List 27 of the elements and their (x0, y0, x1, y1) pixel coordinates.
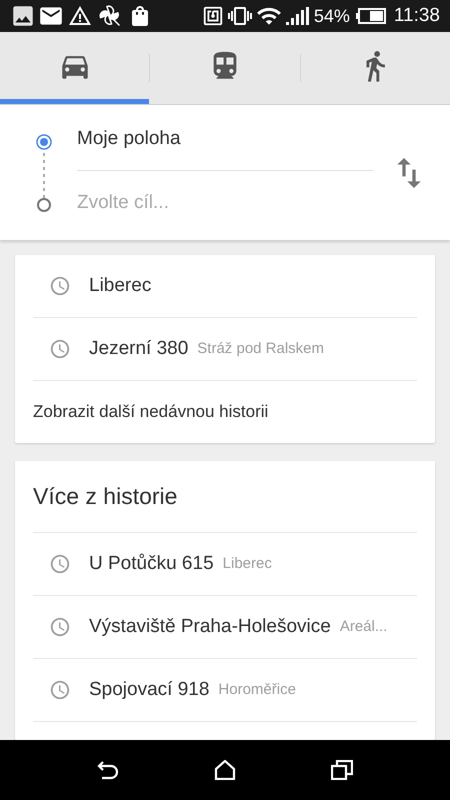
back-icon[interactable] (97, 760, 120, 780)
place-name[interactable]: Jezerní 380 (89, 334, 188, 364)
clock-icon (49, 338, 71, 360)
clock-icon (49, 553, 71, 575)
more-history-link[interactable]: Zobrazit další nedávnou historii (33, 399, 268, 425)
warning-icon (68, 4, 92, 28)
clock-icon (49, 679, 71, 701)
place-name[interactable]: Výstaviště Praha-Holešovice (89, 612, 331, 642)
place-locality: Areál... (340, 616, 388, 637)
clock-time: 11:38 (394, 4, 440, 28)
section-title: Více z historie (33, 482, 178, 512)
pinwheel-icon (98, 4, 122, 28)
nfc-icon (202, 5, 224, 27)
place-locality: Liberec (222, 554, 272, 574)
battery-percent: 54% (314, 4, 350, 28)
home-icon[interactable] (214, 760, 236, 780)
place-name[interactable]: U Potůčku 615 (89, 550, 214, 578)
battery-icon (356, 8, 386, 24)
place-locality: Horoměřice (218, 680, 296, 700)
vibration-icon (228, 4, 252, 28)
place-name[interactable]: Liberec (89, 272, 152, 300)
place-locality: Stráž pod Ralskem (197, 338, 324, 359)
place-name[interactable]: Spojovací 918 (89, 676, 210, 704)
clock-icon (49, 616, 71, 638)
recent-apps-icon[interactable] (330, 760, 353, 780)
signal-icon (286, 7, 310, 25)
clock-icon (49, 275, 71, 297)
